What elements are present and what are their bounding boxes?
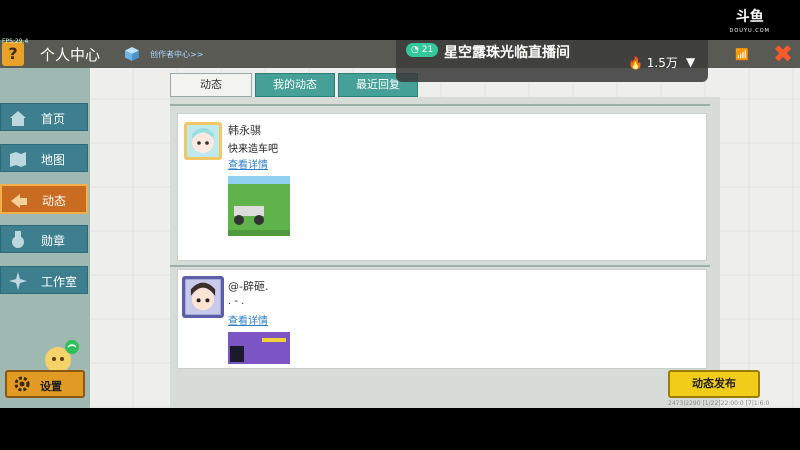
fps-counter: FPS:29.4: [2, 38, 29, 45]
watermark-en: DOUYU.COM: [729, 28, 770, 34]
wifi-signal-icon: 📶: [735, 48, 749, 61]
chat-bubble-icon: ◔: [411, 45, 419, 55]
tab-feed[interactable]: 动态: [170, 73, 252, 97]
sidebar-item-feed[interactable]: 动态: [0, 184, 88, 214]
home-icon: [10, 111, 26, 126]
bottom-letterbox: [0, 408, 800, 450]
cube-icon[interactable]: [124, 46, 140, 62]
list-item[interactable]: @-辟砸. . - . 查看详情: [177, 269, 707, 369]
settings-label: 设置: [40, 380, 62, 393]
sidebar-item-label: 勋章: [41, 234, 66, 248]
username: @-辟砸.: [228, 280, 269, 293]
live-badge-count: 21: [421, 45, 434, 55]
view-details-link[interactable]: 查看详情: [228, 156, 268, 171]
game-screen: ? 个人中心 创作者中心>> 📶 ✖ 首页 地图 动态 勋章 工作室 设置 动态…: [0, 40, 800, 408]
gear-icon: [14, 376, 30, 392]
page-title: 个人中心: [40, 46, 101, 64]
feed-list[interactable]: 韩永骐 快来造车吧 查看详情 @-辟砸. . - . 查看详情: [170, 97, 720, 408]
medal-icon: [12, 231, 24, 248]
sidebar-item-label: 工作室: [41, 275, 78, 289]
view-details-link[interactable]: 查看详情: [228, 312, 268, 327]
live-viewer-badge: ◔ 21: [406, 43, 439, 57]
studio-icon: [9, 272, 27, 290]
debug-status-text: 2473|2290 [1/22]22:00:0 [7|1:6:0: [668, 400, 770, 407]
heat-counter: 🔥 1.5万: [628, 54, 678, 71]
list-item[interactable]: 韩永骐 快来造车吧 查看详情: [177, 113, 707, 261]
help-button[interactable]: ?: [2, 42, 24, 66]
sidebar-item-label: 动态: [42, 194, 67, 208]
settings-button[interactable]: 设置: [5, 370, 85, 398]
divider: [170, 265, 710, 267]
close-button[interactable]: ✖: [770, 42, 796, 66]
sidebar-item-home[interactable]: 首页: [0, 103, 88, 131]
publish-post-button[interactable]: 动态发布: [668, 370, 760, 398]
top-letterbox: [0, 0, 800, 40]
username: 韩永骐: [228, 124, 261, 137]
creator-center-link[interactable]: 创作者中心>>: [150, 49, 203, 60]
avatar[interactable]: [184, 122, 222, 160]
sidebar-item-map[interactable]: 地图: [0, 144, 88, 172]
sidebar-item-label: 首页: [41, 112, 66, 126]
tab-my-feed[interactable]: 我的动态: [255, 73, 335, 97]
sidebar-item-label: 地图: [41, 153, 66, 167]
watermark-cn: 斗鱼: [735, 9, 764, 25]
post-text: . - .: [228, 296, 245, 307]
sidebar-item-medal[interactable]: 勋章: [0, 225, 88, 253]
fire-icon: 🔥: [628, 56, 643, 70]
sidebar-item-studio[interactable]: 工作室: [0, 266, 88, 294]
stream-title: 星空露珠光临直播间: [444, 45, 570, 61]
heat-value: 1.5万: [646, 56, 678, 70]
avatar[interactable]: [182, 276, 224, 318]
post-image[interactable]: [228, 176, 290, 236]
feed-icon: [11, 194, 27, 208]
chevron-down-icon[interactable]: ▼: [686, 55, 695, 69]
post-text: 快来造车吧: [228, 144, 278, 155]
map-icon: [10, 152, 26, 167]
douyu-watermark: 斗鱼 DOUYU.COM: [730, 10, 771, 38]
divider: [170, 104, 710, 106]
post-image[interactable]: [228, 332, 290, 364]
